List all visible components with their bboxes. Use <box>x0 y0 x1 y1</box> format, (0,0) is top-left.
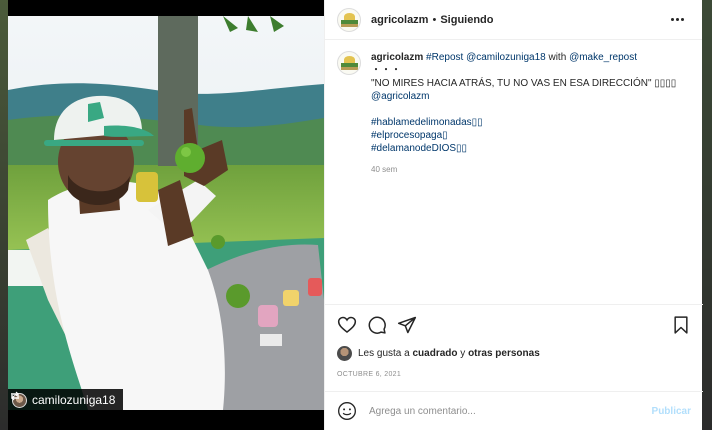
comment-input[interactable] <box>369 405 629 417</box>
post-side-panel: agricolazm • Siguiendo agricolazm #Repos… <box>324 0 703 430</box>
post-date: OCTUBRE 6, 2021 <box>337 371 402 378</box>
caption-mention[interactable]: @agricolazm <box>371 90 676 103</box>
more-options-icon[interactable] <box>666 12 688 28</box>
liker-avatar[interactable] <box>337 346 352 361</box>
emoji-icon[interactable] <box>337 401 357 421</box>
with-text: with <box>548 52 567 63</box>
comment-icon[interactable] <box>365 313 389 337</box>
mention-app[interactable]: @make_repost <box>569 52 637 63</box>
repost-tag[interactable]: camilozuniga18 <box>8 389 124 411</box>
caption-body: agricolazm #Repost @camilozuniga18 with … <box>371 51 676 176</box>
action-bar <box>325 304 703 344</box>
repost-icon <box>11 391 19 401</box>
post-photo[interactable]: camilozuniga18 <box>8 0 324 430</box>
mention-source[interactable]: @camilozuniga18 <box>466 52 546 63</box>
caption: agricolazm #Repost @camilozuniga18 with … <box>337 51 690 176</box>
header-username[interactable]: agricolazm <box>371 14 428 26</box>
caption-quote: "NO MIRES HACIA ATRÁS, TU NO VAS EN ESA … <box>371 78 677 89</box>
time-ago[interactable]: 40 sem <box>371 163 676 176</box>
likes-prefix: Les gusta a <box>358 348 410 359</box>
caption-username[interactable]: agricolazm <box>371 52 423 63</box>
heart-icon[interactable] <box>335 313 359 337</box>
header-separator: • <box>432 13 437 26</box>
post-header: agricolazm • Siguiendo <box>325 0 702 40</box>
post-modal: camilozuniga18 agricolazm • Siguiendo ag… <box>8 0 703 430</box>
hashtag-link[interactable]: #delamanodeDIOS▯▯ <box>371 142 676 155</box>
likes-others[interactable]: otras personas <box>468 348 540 359</box>
likes-summary: Les gusta a cuadrado y otras personas <box>337 346 540 361</box>
caption-avatar[interactable] <box>337 51 361 75</box>
liker-name[interactable]: cuadrado <box>413 348 458 359</box>
photo-illustration <box>8 16 324 410</box>
publish-button[interactable]: Publicar <box>652 406 691 417</box>
backdrop-right <box>702 0 712 430</box>
comment-box: Publicar <box>325 391 703 430</box>
avatar[interactable] <box>337 7 361 32</box>
follow-status[interactable]: Siguiendo <box>440 14 493 26</box>
likes-connector: y <box>460 348 466 359</box>
bookmark-icon[interactable] <box>669 313 693 337</box>
backdrop-left <box>0 0 8 430</box>
share-icon[interactable] <box>395 313 419 337</box>
caption-dots: ・・・ <box>371 65 401 76</box>
hashtag-link[interactable]: #elprocesopaga▯ <box>371 129 676 142</box>
repost-username[interactable]: camilozuniga18 <box>32 393 115 407</box>
hashtag-link[interactable]: #hablamedelimonadas▯▯ <box>371 116 676 129</box>
hashtag-repost[interactable]: #Repost <box>426 52 463 63</box>
